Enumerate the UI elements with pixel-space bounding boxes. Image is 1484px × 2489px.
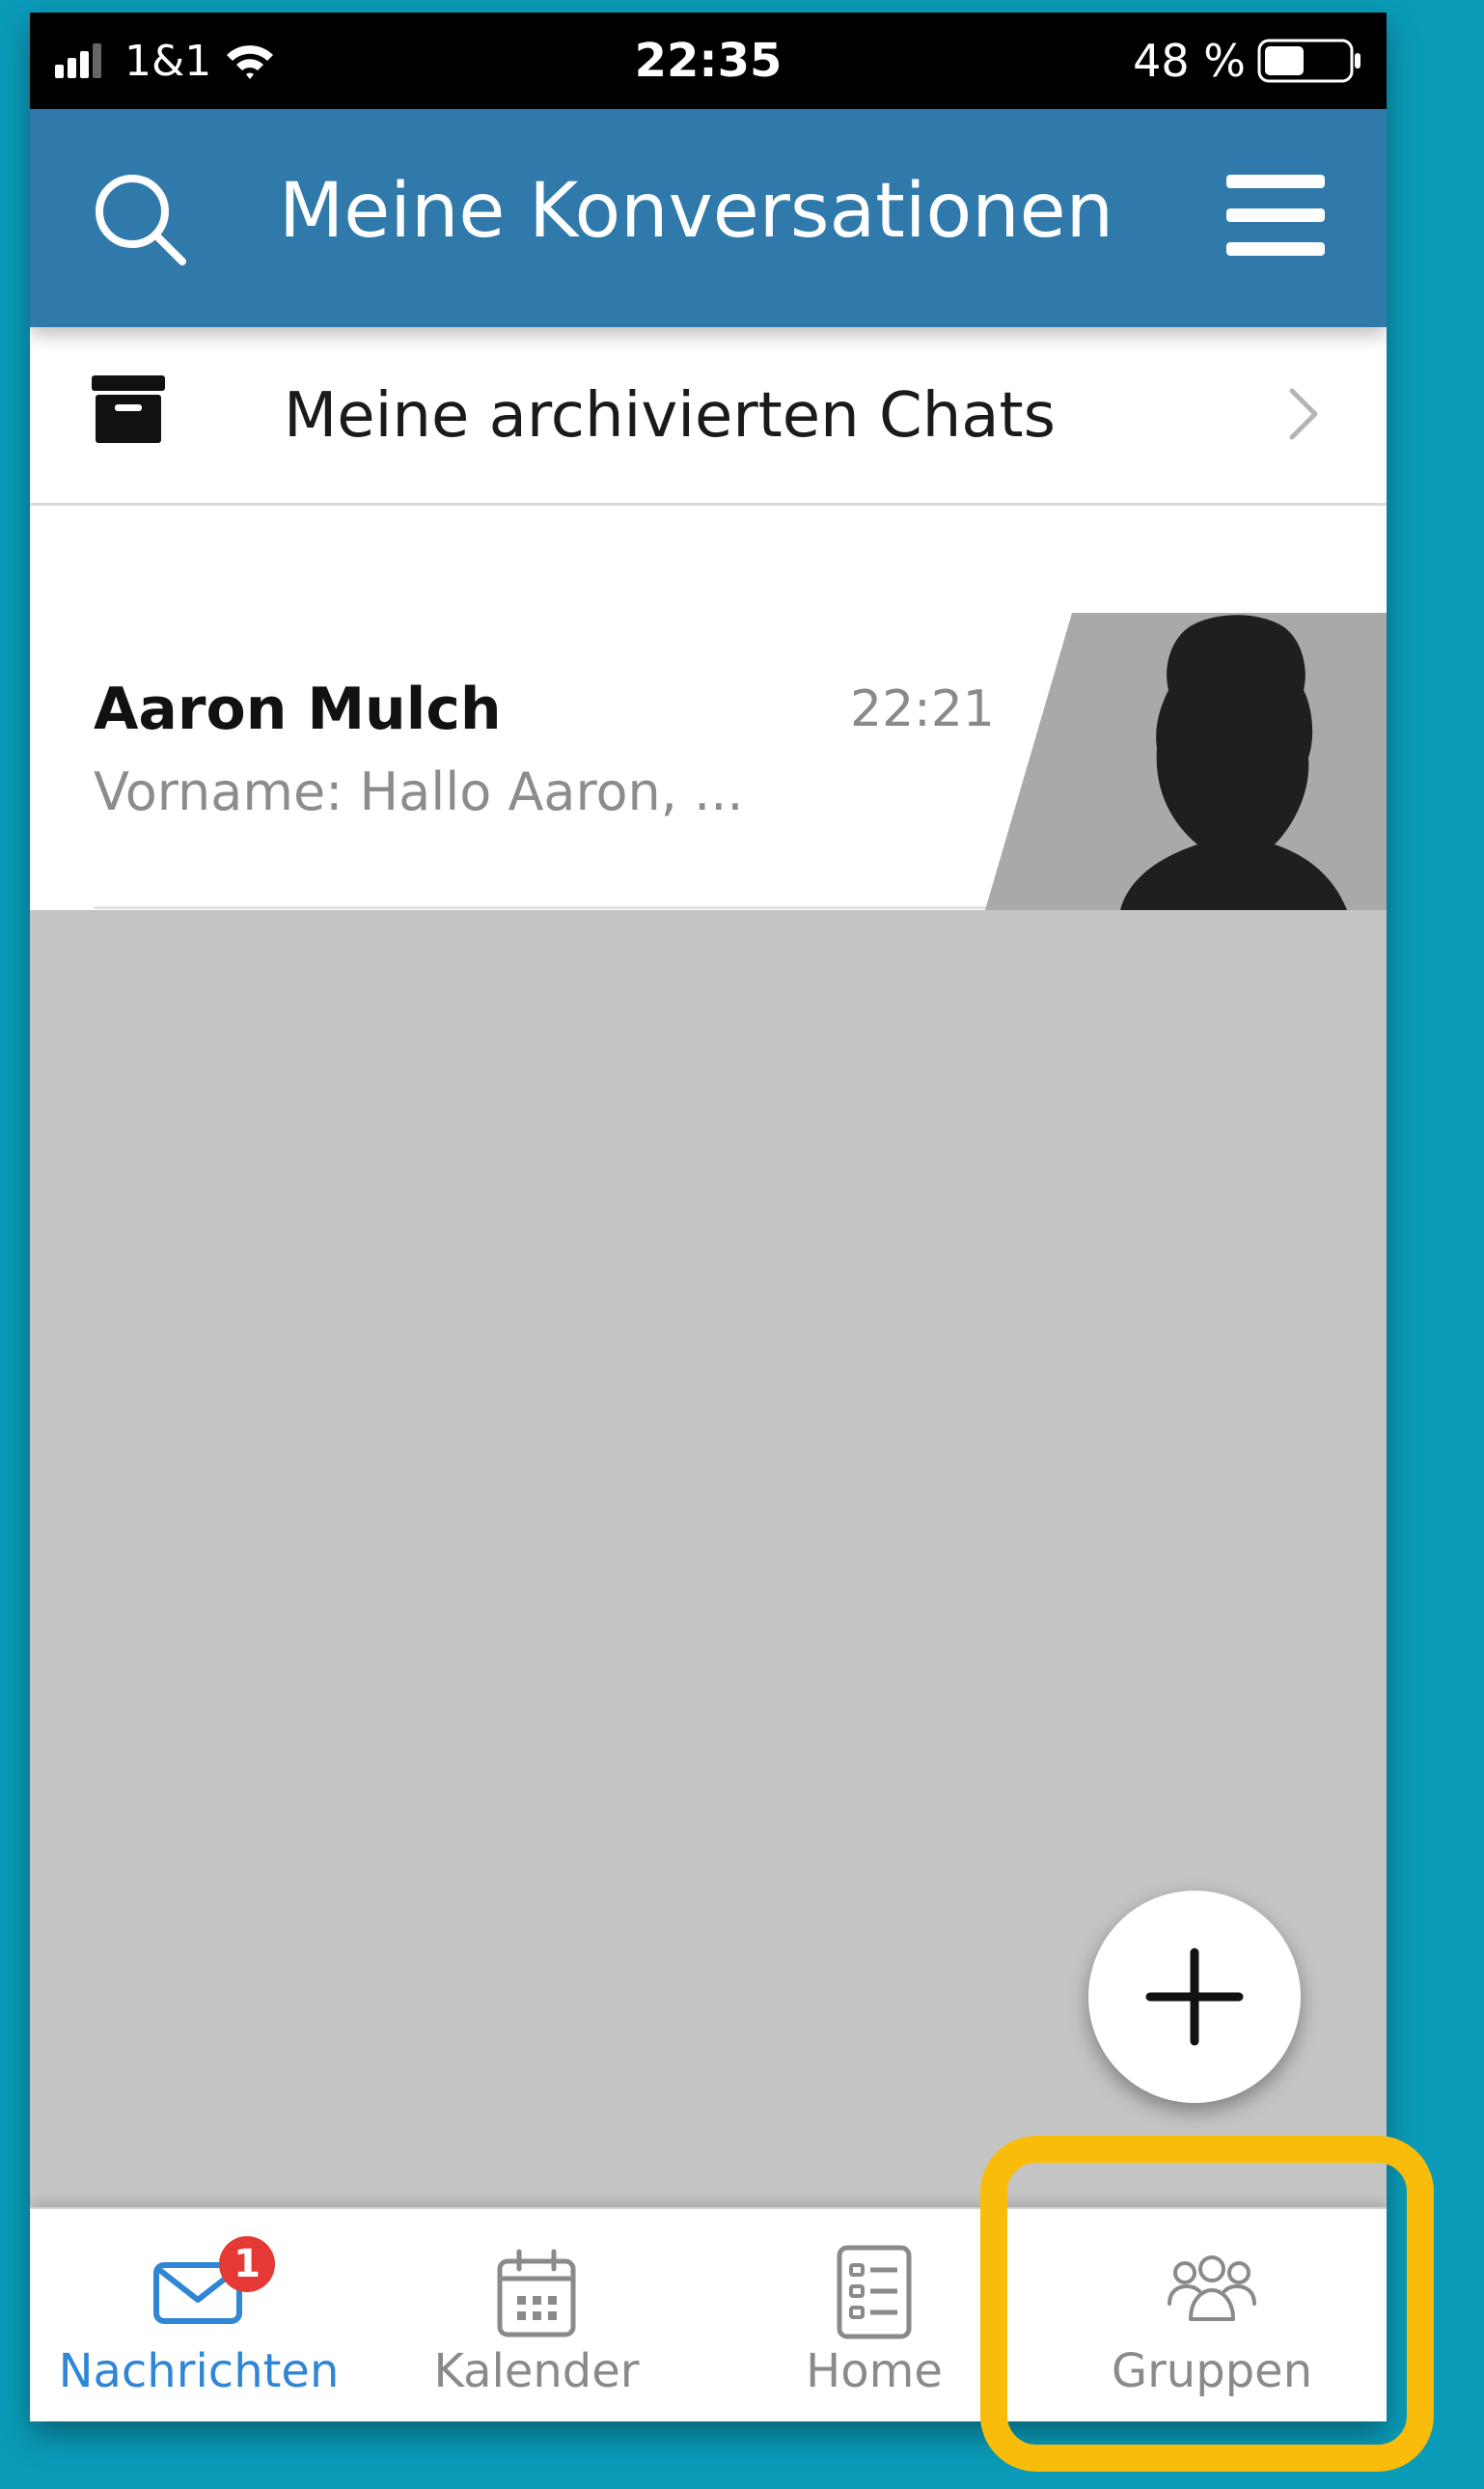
search-button[interactable] xyxy=(88,167,194,273)
chevron-right-icon xyxy=(1289,388,1318,440)
tab-bar: 1 Nachrichten Kalender Home Gruppen xyxy=(30,2207,1387,2421)
conversation-preview: Vorname: Hallo Aaron, ... xyxy=(94,761,744,822)
battery-percentage: 48 % xyxy=(1133,35,1246,87)
tab-label: Gruppen xyxy=(1111,2344,1313,2398)
battery-icon xyxy=(1257,39,1360,83)
status-right: 48 % xyxy=(1133,30,1363,92)
archived-chats-row[interactable]: Meine archivierten Chats xyxy=(30,327,1387,506)
archive-box-icon xyxy=(92,375,165,443)
tab-home[interactable]: Home xyxy=(705,2209,1043,2421)
conversation-row[interactable]: Aaron Mulch 22:21 Vorname: Hallo Aaron, … xyxy=(30,613,1387,910)
status-bar: 1&1 22:35 48 % xyxy=(30,13,1387,109)
tab-nachrichten[interactable]: 1 Nachrichten xyxy=(30,2209,368,2421)
list-spacer xyxy=(30,506,1387,613)
menu-button[interactable] xyxy=(1223,167,1329,263)
tab-label: Home xyxy=(806,2344,943,2398)
group-people-icon xyxy=(1168,2255,1256,2321)
search-icon xyxy=(96,175,186,265)
calendar-icon xyxy=(497,2249,576,2337)
tab-label: Kalender xyxy=(433,2344,640,2398)
list-document-icon xyxy=(837,2245,912,2339)
hamburger-menu-icon xyxy=(1226,175,1325,256)
tab-label: Nachrichten xyxy=(58,2344,340,2398)
new-conversation-button[interactable] xyxy=(1088,1891,1301,2103)
plus-icon xyxy=(1145,1948,1244,2046)
conversation-name: Aaron Mulch xyxy=(94,676,502,743)
app-header: Meine Konversationen xyxy=(30,109,1387,327)
archived-chats-label: Meine archivierten Chats xyxy=(284,380,1056,452)
page-title: Meine Konversationen xyxy=(279,168,1114,255)
tab-kalender[interactable]: Kalender xyxy=(368,2209,705,2421)
avatar xyxy=(985,613,1387,910)
conversation-time: 22:21 xyxy=(850,680,995,738)
unread-badge: 1 xyxy=(219,2236,275,2292)
phone-screen: 1&1 22:35 48 % Meine Konversationen Mein… xyxy=(30,13,1387,2421)
tab-gruppen[interactable]: Gruppen xyxy=(1043,2209,1381,2421)
